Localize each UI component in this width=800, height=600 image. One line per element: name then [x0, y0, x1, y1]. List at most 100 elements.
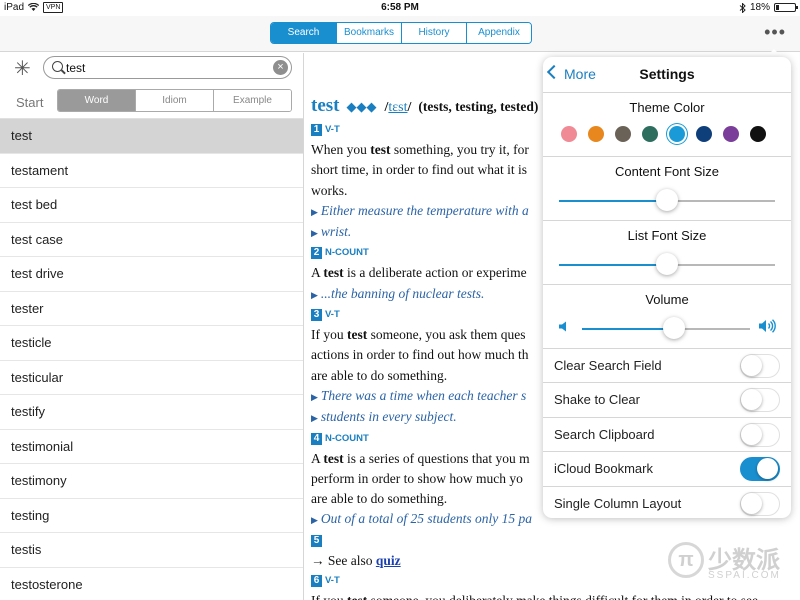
toggle-switch[interactable] — [740, 422, 780, 447]
theme-color-swatch[interactable] — [696, 126, 712, 142]
theme-color-swatch[interactable] — [669, 126, 685, 142]
example-text: Either measure the temperature with a — [320, 202, 529, 218]
ellipsis-icon[interactable]: ••• — [764, 23, 786, 41]
theme-color-swatch[interactable] — [561, 126, 577, 142]
content-font-slider-thumb[interactable] — [656, 189, 678, 211]
headword: test — [311, 95, 340, 116]
word-list-pane: ✳ × Start WordIdiomExample testtestament… — [0, 53, 304, 600]
toggle-switch[interactable] — [740, 491, 780, 516]
toggle-label: Search Clipboard — [554, 426, 655, 442]
sense-pos-label: V-T — [325, 309, 340, 321]
sense-number: 4 — [311, 432, 322, 445]
sense-number: 3 — [311, 309, 322, 322]
list-font-section: List Font Size — [543, 221, 791, 285]
sense-pos-label: N-COUNT — [325, 432, 369, 444]
list-item[interactable]: tester — [0, 292, 303, 326]
toggle-switch[interactable] — [740, 388, 780, 413]
battery-icon — [774, 3, 798, 12]
theme-color-swatch[interactable] — [750, 126, 766, 142]
list-item[interactable]: test case — [0, 223, 303, 257]
pronunciation[interactable]: /tɛst/ — [384, 100, 411, 115]
content-font-slider-fill — [559, 200, 667, 202]
example-text: students in every subject. — [320, 409, 457, 425]
example-arrow-icon: ▶ — [311, 391, 318, 402]
frequency-diamonds: ◆◆◆ — [346, 99, 377, 114]
list-item[interactable]: testament — [0, 154, 303, 188]
list-item[interactable]: testosterone — [0, 568, 303, 600]
theme-color-swatch[interactable] — [588, 126, 604, 142]
toggle-knob — [741, 423, 762, 445]
search-box[interactable]: × — [43, 56, 292, 79]
tab-history[interactable]: History — [401, 23, 466, 43]
list-item[interactable]: testing — [0, 499, 303, 533]
status-right: 18% — [739, 2, 798, 13]
example-text: There was a time when each teacher s — [320, 387, 527, 403]
pron-text: tɛst — [388, 100, 408, 115]
search-input[interactable] — [66, 59, 266, 76]
pron-close: / — [407, 100, 412, 115]
example-text: Out of a total of 25 students only 15 pa — [320, 511, 533, 527]
toggle-label: Clear Search Field — [554, 358, 662, 373]
example-arrow-icon: ▶ — [311, 413, 318, 424]
list-font-slider[interactable] — [559, 253, 775, 275]
battery-percent: 18% — [749, 2, 770, 13]
toggle-row: Single Column Layout — [543, 487, 791, 518]
list-item[interactable]: test drive — [0, 257, 303, 292]
entry-header: test ◆◆◆ /tɛst/ (tests, testing, tested) — [311, 95, 538, 117]
volume-label: Volume — [645, 292, 689, 307]
theme-color-swatches — [561, 126, 766, 142]
volume-low-icon — [559, 321, 566, 332]
sense-number: 1 — [311, 124, 322, 136]
volume-slider-thumb[interactable] — [663, 317, 686, 339]
example-arrow-icon: ▶ — [311, 206, 318, 217]
tab-bookmarks[interactable]: Bookmarks — [336, 23, 401, 43]
toggle-knob — [741, 389, 762, 411]
list-item[interactable]: testify — [0, 395, 303, 430]
see-also-label: → See also — [311, 552, 376, 568]
watermark-subtext: SSPAI.COM — [708, 570, 781, 581]
list-item[interactable]: testimonial — [0, 430, 303, 464]
toggle-row: Search Clipboard — [543, 418, 791, 453]
mode-example[interactable]: Example — [213, 90, 291, 111]
toggle-switch[interactable] — [740, 354, 780, 378]
sense-number: 5 — [311, 534, 322, 547]
mode-idiom[interactable]: Idiom — [135, 90, 213, 111]
example-text: ...the banning of nuclear tests. — [320, 285, 485, 301]
volume-slider[interactable] — [582, 317, 750, 339]
search-row: ✳ × — [0, 53, 303, 85]
tab-search[interactable]: Search — [271, 23, 336, 43]
example-text: wrist. — [320, 224, 352, 240]
clear-search-icon[interactable]: × — [273, 60, 288, 75]
toggle-switch[interactable] — [740, 457, 780, 482]
see-also-link[interactable]: quiz — [376, 553, 401, 568]
content-font-slider[interactable] — [559, 189, 775, 211]
list-item[interactable]: testicle — [0, 326, 303, 361]
example-arrow-icon: ▶ — [311, 228, 318, 239]
list-item[interactable]: testicular — [0, 361, 303, 395]
settings-toggles: Clear Search Field Shake to Clear Search C… — [543, 349, 791, 518]
list-item[interactable]: testimony — [0, 464, 303, 499]
example-arrow-icon: ▶ — [311, 289, 318, 300]
clock: 6:58 PM — [381, 2, 419, 13]
list-font-slider-thumb[interactable] — [656, 253, 678, 275]
list-item[interactable]: test bed — [0, 188, 303, 223]
toggle-knob — [757, 458, 778, 480]
tab-appendix[interactable]: Appendix — [466, 23, 531, 43]
word-list: test testament test bed test case test drive… — [0, 119, 303, 600]
wildcard-icon[interactable]: ✳ — [14, 56, 31, 81]
settings-popover: More Settings Theme Color Content Font S… — [543, 57, 791, 518]
content-font-section: Content Font Size — [543, 157, 791, 221]
theme-color-swatch[interactable] — [723, 126, 739, 142]
toggle-row: iCloud Bookmark — [543, 452, 791, 487]
theme-color-section: Theme Color — [543, 93, 791, 157]
list-item[interactable]: test — [0, 119, 303, 154]
theme-color-swatch[interactable] — [642, 126, 658, 142]
mode-word[interactable]: Word — [58, 90, 135, 111]
watermark-logo: π — [668, 542, 704, 578]
theme-color-swatch[interactable] — [615, 126, 631, 142]
definition-line: If you test someone, you deliberately ma… — [311, 591, 795, 600]
list-font-label: List Font Size — [627, 228, 707, 243]
search-icon — [52, 61, 63, 72]
status-bar: iPad VPN 6:58 PM 18% — [0, 0, 800, 16]
list-item[interactable]: testis — [0, 533, 303, 568]
